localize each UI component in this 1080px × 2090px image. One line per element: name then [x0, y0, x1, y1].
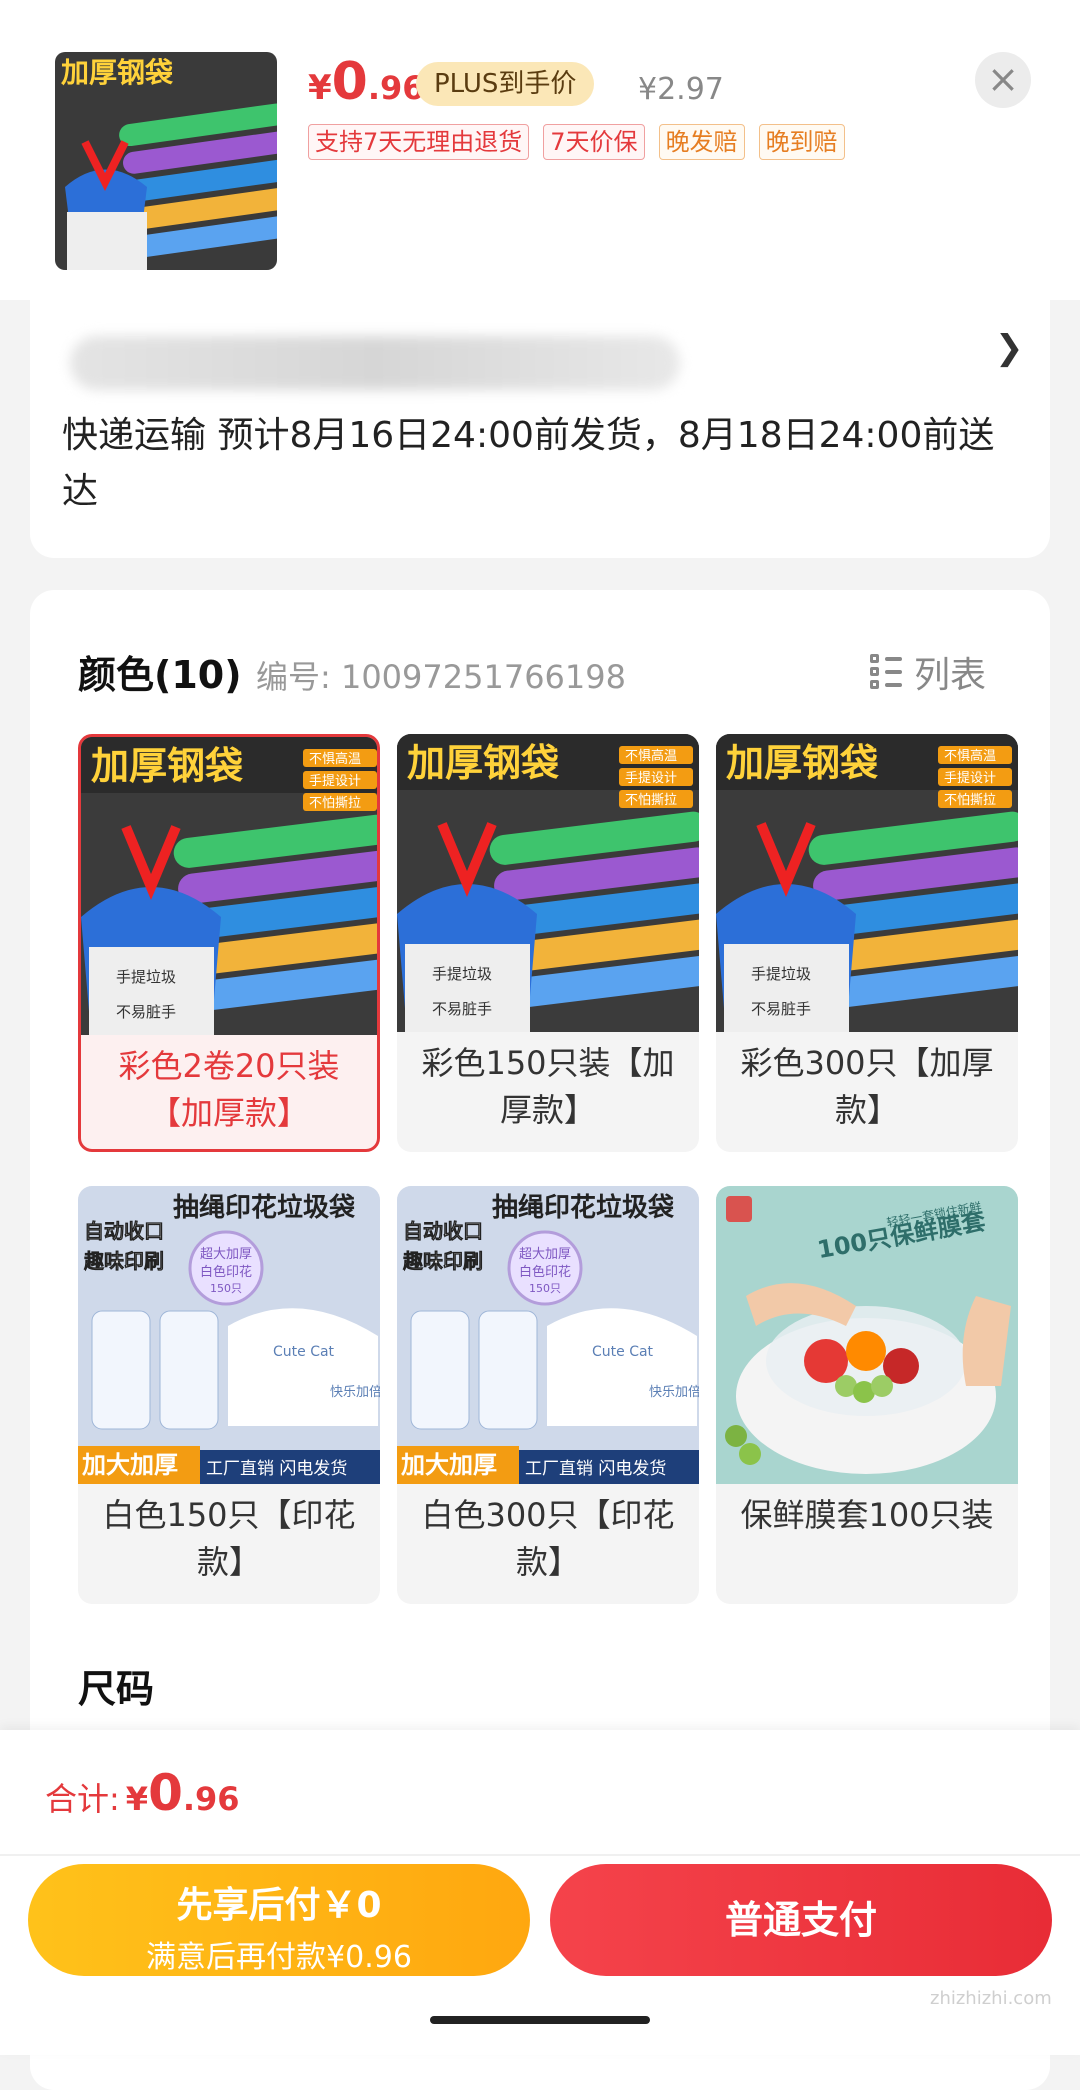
svg-text:工厂直销 闪电发货: 工厂直销 闪电发货	[206, 1459, 347, 1479]
svg-text:加厚钢袋: 加厚钢袋	[61, 56, 174, 89]
shipping-estimate: 快递运输 预计8月16日24:00前发货，8月18日24:00前送达	[62, 415, 995, 512]
chevron-right-icon[interactable]: ❯	[995, 328, 1024, 368]
svg-text:150只: 150只	[210, 1282, 242, 1295]
color-option-5[interactable]: 抽绳印花垃圾袋 自动收口 趣味印刷 超大加厚 白色印花 150只 Cute Ca…	[397, 1186, 699, 1604]
tag-return: 支持7天无理由退货	[308, 124, 530, 160]
color-option-1[interactable]: 加厚钢袋 不惧高温 手提设计 不怕撕拉 手提垃圾 不易脏手 彩色2卷20只装【加…	[78, 734, 380, 1152]
svg-text:抽绳印花垃圾袋: 抽绳印花垃圾袋	[492, 1192, 675, 1223]
option-label: 白色150只【印花款】	[102, 1496, 356, 1581]
product-header: 加厚钢袋 ¥0.96 PLUS到手价 ¥2.97 × 支持7天无理由退货 7天价…	[0, 0, 1080, 300]
option-image: 抽绳印花垃圾袋 自动收口 趣味印刷 超大加厚 白色印花 150只 Cute Ca…	[78, 1186, 380, 1484]
svg-text:加厚钢袋: 加厚钢袋	[91, 744, 243, 788]
size-section-title: 尺码	[78, 1667, 155, 1711]
svg-text:不易脏手: 不易脏手	[116, 1003, 176, 1021]
svg-text:手提垃圾: 手提垃圾	[751, 965, 811, 983]
total-price: 合计: ¥0.96	[45, 1764, 240, 1822]
svg-text:超大加厚: 超大加厚	[519, 1247, 571, 1262]
svg-text:手提设计: 手提设计	[625, 770, 677, 786]
svg-text:手提垃圾: 手提垃圾	[116, 968, 176, 986]
svg-text:超大加厚: 超大加厚	[200, 1247, 252, 1262]
list-icon	[870, 654, 902, 690]
color-options-grid: 加厚钢袋 不惧高温 手提设计 不怕撕拉 手提垃圾 不易脏手 彩色2卷20只装【加…	[78, 734, 1032, 1604]
option-image: 加厚钢袋 不惧高温 手提设计 不怕撕拉 手提垃圾 不易脏手	[397, 734, 699, 1032]
svg-text:加厚钢袋: 加厚钢袋	[407, 741, 559, 785]
service-tags: 支持7天无理由退货 7天价保 晚发赔 晚到赔	[308, 124, 845, 160]
option-label: 白色300只【印花款】	[421, 1496, 675, 1581]
svg-text:不惧高温: 不惧高温	[625, 748, 677, 764]
svg-text:快乐加倍: 快乐加倍	[330, 1385, 380, 1400]
svg-text:Cute Cat: Cute Cat	[592, 1344, 654, 1360]
svg-text:Cute Cat: Cute Cat	[273, 1344, 335, 1360]
svg-text:快乐加倍: 快乐加倍	[649, 1385, 699, 1400]
svg-text:不易脏手: 不易脏手	[751, 1000, 811, 1018]
svg-text:加厚钢袋: 加厚钢袋	[726, 741, 878, 785]
svg-text:白色印花: 白色印花	[519, 1264, 571, 1280]
svg-text:加大加厚: 加大加厚	[401, 1451, 497, 1479]
option-label: 彩色300只【加厚款】	[740, 1044, 994, 1129]
close-icon[interactable]: ×	[975, 52, 1031, 108]
svg-text:加大加厚: 加大加厚	[82, 1451, 178, 1479]
svg-text:不怕撕拉: 不怕撕拉	[309, 796, 361, 811]
option-label: 彩色2卷20只装【加厚款】	[118, 1047, 340, 1132]
svg-text:不怕撕拉: 不怕撕拉	[944, 793, 996, 808]
product-thumbnail: 加厚钢袋	[55, 52, 277, 270]
option-label: 保鲜膜套100只装	[740, 1496, 994, 1534]
checkout-footer: 合计: ¥0.96 先享后付￥0 满意后再付款¥0.96 普通支付 zhizhiz…	[0, 1730, 1080, 2055]
option-image: 100只保鲜膜套 轻轻一套锁住新鲜	[716, 1186, 1018, 1484]
product-price: ¥0.96	[308, 52, 425, 112]
blurred-address	[70, 336, 680, 390]
list-view-button[interactable]: 列表	[870, 646, 986, 698]
original-price: ¥2.97	[638, 72, 724, 107]
svg-text:趣味印刷: 趣味印刷	[83, 1249, 164, 1273]
divider	[0, 1854, 1080, 1856]
shipping-card[interactable]: ❯ 快递运输 预计8月16日24:00前发货，8月18日24:00前送达	[30, 300, 1050, 558]
svg-text:白色印花: 白色印花	[200, 1264, 252, 1280]
color-option-4[interactable]: 抽绳印花垃圾袋 自动收口 趣味印刷 超大加厚 白色印花 150只 Cute Ca…	[78, 1186, 380, 1604]
svg-text:不易脏手: 不易脏手	[432, 1000, 492, 1018]
option-label: 彩色150只装【加厚款】	[421, 1044, 675, 1129]
color-option-3[interactable]: 加厚钢袋 不惧高温 手提设计 不怕撕拉 手提垃圾 不易脏手 彩色300只【加厚款…	[716, 734, 1018, 1152]
svg-text:手提设计: 手提设计	[309, 773, 361, 789]
list-view-label: 列表	[914, 655, 987, 696]
pay-later-title: 先享后付￥0	[176, 1885, 382, 1926]
svg-text:不怕撕拉: 不怕撕拉	[625, 793, 677, 808]
product-code: 编号: 10097251766198	[256, 658, 626, 696]
option-image: 抽绳印花垃圾袋 自动收口 趣味印刷 超大加厚 白色印花 150只 Cute Ca…	[397, 1186, 699, 1484]
svg-text:自动收口: 自动收口	[403, 1219, 483, 1243]
svg-text:不惧高温: 不惧高温	[944, 748, 996, 764]
tag-late-ship: 晚发赔	[658, 124, 745, 160]
color-section-title: 颜色(10)	[78, 653, 242, 697]
pay-later-subtitle: 满意后再付款¥0.96	[146, 1940, 412, 1975]
svg-text:手提垃圾: 手提垃圾	[432, 965, 492, 983]
svg-text:不惧高温: 不惧高温	[309, 751, 361, 767]
plus-price-badge: PLUS到手价	[416, 62, 595, 106]
watermark: zhizhizhi.com	[930, 1988, 1052, 2009]
svg-text:手提设计: 手提设计	[944, 770, 996, 786]
tag-price-protect: 7天价保	[543, 124, 645, 160]
tag-late-arrive: 晚到赔	[758, 124, 845, 160]
svg-text:抽绳印花垃圾袋: 抽绳印花垃圾袋	[173, 1192, 356, 1223]
svg-text:工厂直销 闪电发货: 工厂直销 闪电发货	[525, 1459, 666, 1479]
color-option-6[interactable]: 100只保鲜膜套 轻轻一套锁住新鲜 保鲜膜套100只装	[716, 1186, 1018, 1604]
svg-text:趣味印刷: 趣味印刷	[402, 1249, 483, 1273]
option-image: 加厚钢袋 不惧高温 手提设计 不怕撕拉 手提垃圾 不易脏手	[81, 737, 377, 1035]
color-option-2[interactable]: 加厚钢袋 不惧高温 手提设计 不怕撕拉 手提垃圾 不易脏手 彩色150只装【加厚…	[397, 734, 699, 1152]
pay-later-button[interactable]: 先享后付￥0 满意后再付款¥0.96	[28, 1864, 530, 1976]
home-indicator[interactable]	[430, 2016, 650, 2024]
svg-text:自动收口: 自动收口	[84, 1219, 164, 1243]
option-image: 加厚钢袋 不惧高温 手提设计 不怕撕拉 手提垃圾 不易脏手	[716, 734, 1018, 1032]
svg-text:150只: 150只	[529, 1282, 561, 1295]
normal-pay-button[interactable]: 普通支付	[550, 1864, 1052, 1976]
